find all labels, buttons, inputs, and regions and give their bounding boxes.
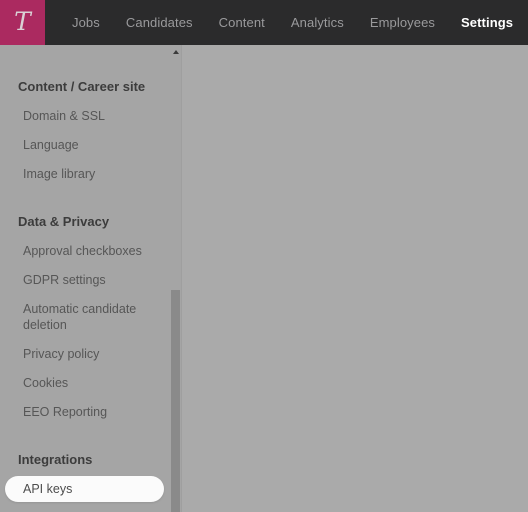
scrollbar-thumb[interactable]	[171, 290, 180, 512]
app-root: Meeting rooms Content / Career siteDomai…	[0, 0, 528, 512]
sidebar-item-api-keys[interactable]: API keys	[5, 476, 164, 502]
nav-item-settings[interactable]: Settings	[448, 0, 526, 45]
sidebar-item-automatic-candidate-deletion[interactable]: Automatic candidate deletion	[5, 296, 155, 338]
sidebar-item-widgets[interactable]: Widgets	[5, 505, 164, 512]
sidebar-item-privacy-policy[interactable]: Privacy policy	[5, 341, 164, 367]
top-header: T Jobs Candidates Content Analytics Employee…	[0, 0, 528, 45]
sidebar-section-heading: Data & Privacy	[18, 214, 110, 229]
sidebar-item-language[interactable]: Language	[5, 132, 164, 158]
settings-sidebar: Content / Career site Domain & SSL Languag…	[0, 45, 182, 512]
sidebar-item-gdpr-settings[interactable]: GDPR settings	[5, 267, 164, 293]
sidebar-section-heading: Integrations	[18, 452, 93, 467]
nav-item-content[interactable]: Content	[206, 0, 278, 45]
sidebar-section-heading: Content / Career site	[18, 79, 146, 94]
nav-item-employees[interactable]: Employees	[357, 0, 448, 45]
nav-item-candidates[interactable]: Candidates	[113, 0, 206, 45]
nav-item-jobs[interactable]: Jobs	[59, 0, 113, 45]
sidebar-item-cookies[interactable]: Cookies	[5, 370, 164, 396]
sidebar-item-approval-checkboxes[interactable]: Approval checkboxes	[5, 238, 164, 264]
logo-glyph: T	[14, 7, 31, 36]
sidebar-item-image-library[interactable]: Image library	[5, 161, 164, 187]
app-logo[interactable]: T	[0, 0, 45, 45]
nav-item-analytics[interactable]: Analytics	[278, 0, 357, 45]
sidebar-divider	[181, 45, 182, 512]
main-content-area	[182, 45, 528, 512]
primary-navigation: Jobs Candidates Content Analytics Employees S…	[45, 0, 526, 45]
sidebar-scroll-content: Content / Career site Domain & SSL Languag…	[0, 45, 169, 512]
sidebar-item-domain-ssl[interactable]: Domain & SSL	[5, 103, 164, 129]
sidebar-item-eeo-reporting[interactable]: EEO Reporting	[5, 399, 164, 425]
